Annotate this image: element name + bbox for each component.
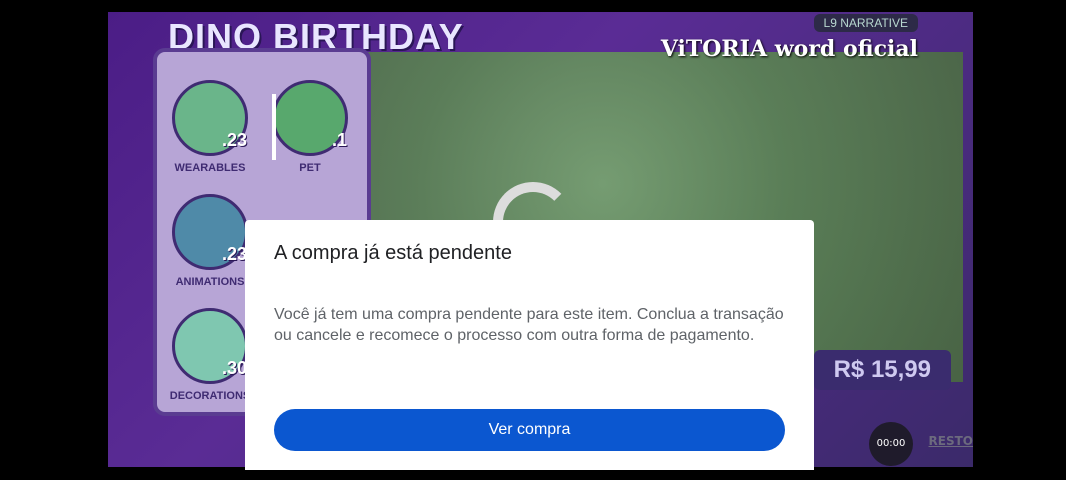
dialog-body: Você já tem uma compra pendente para est… bbox=[274, 306, 784, 344]
category-label: WEARABLES bbox=[174, 162, 246, 174]
watermark-text: ViTORIA word oficial bbox=[660, 36, 918, 62]
restore-link[interactable]: RESTO bbox=[929, 434, 973, 448]
price-button[interactable]: R$ 15,99 bbox=[813, 350, 951, 390]
text-cursor bbox=[272, 94, 276, 160]
narrative-tag: L9 NARRATIVE bbox=[813, 14, 918, 32]
category-count: .1 bbox=[331, 130, 347, 150]
category-count: .23 bbox=[221, 130, 247, 150]
dialog-title: A compra já está pendente bbox=[274, 242, 512, 264]
category-count: .30 bbox=[221, 358, 247, 378]
category-pet[interactable]: .1 PET bbox=[265, 80, 355, 174]
category-count: .23 bbox=[221, 244, 247, 264]
status-bar bbox=[0, 0, 1066, 12]
category-label: DECORATIONS bbox=[169, 390, 251, 402]
pending-purchase-dialog: A compra já está pendente Você já tem um… bbox=[245, 220, 814, 470]
category-label: ANIMATIONS bbox=[175, 276, 245, 288]
timer-badge: 00:00 bbox=[869, 422, 913, 466]
view-purchase-button[interactable]: Ver compra bbox=[274, 409, 785, 451]
category-wearables[interactable]: .23 WEARABLES bbox=[165, 80, 255, 174]
category-animations[interactable]: .23 ANIMATIONS bbox=[165, 194, 255, 288]
category-decorations[interactable]: .30 DECORATIONS bbox=[165, 308, 255, 402]
category-label: PET bbox=[299, 162, 321, 174]
